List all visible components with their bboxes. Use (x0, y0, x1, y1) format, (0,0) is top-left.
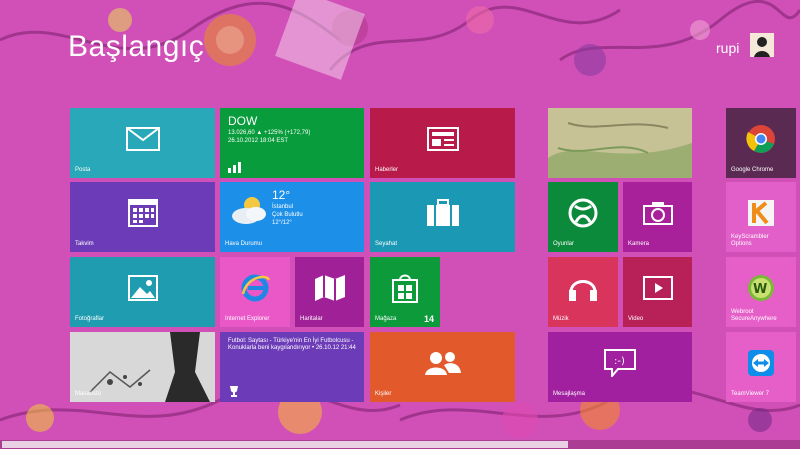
tile-label: Fotoğraflar (75, 316, 105, 322)
svg-text:W: W (753, 282, 767, 297)
live-photo-thumbnail (548, 108, 692, 178)
tile-label: Haritalar (300, 316, 323, 322)
svg-text::-): :-) (614, 356, 625, 367)
tile-label: Müzik (553, 316, 569, 322)
tile-calendar[interactable]: Takvim (70, 182, 215, 252)
tile-desktop[interactable]: Masaüstü (70, 332, 215, 402)
tile-label: Posta (75, 167, 91, 173)
weather-city: İstanbul (272, 204, 294, 210)
trophy-icon (230, 386, 238, 397)
tile-label: Hava Durumu (225, 241, 263, 247)
calendar-icon (127, 198, 158, 227)
tile-store[interactable]: Mağaza 14 (370, 257, 440, 327)
tile-label: TeamViewer 7 (731, 391, 769, 397)
tile-google-chrome[interactable]: Google Chrome (726, 108, 796, 178)
tile-label: Masaüstü (75, 391, 102, 397)
tile-label: Takvim (75, 241, 94, 247)
horizontal-scrollbar[interactable] (0, 440, 800, 449)
tile-photos[interactable]: Fotoğraflar (70, 257, 215, 327)
page-title: Başlangıç (68, 30, 205, 63)
tile-video[interactable]: Video (623, 257, 692, 327)
xbox-games-icon (568, 198, 598, 228)
chrome-icon (746, 124, 775, 153)
tile-label: Mağaza (375, 316, 397, 322)
tile-internet-explorer[interactable]: Internet Explorer (220, 257, 290, 327)
tile-label: Internet Explorer (225, 316, 270, 322)
tile-people[interactable]: Kişiler (370, 332, 515, 402)
mail-icon (125, 126, 160, 151)
sports-headline: Futbol: Saytası - Türkiye'nin En İyi Fut… (228, 338, 356, 351)
map-icon (314, 274, 345, 301)
tile-games[interactable]: Oyunlar (548, 182, 618, 252)
chart-icon (228, 162, 241, 173)
cloudy-weather-icon (232, 197, 266, 224)
tile-label: Webroot SecureAnywhere (731, 309, 777, 322)
tile-sports[interactable]: Futbol: Saytası - Türkiye'nin En İyi Fut… (220, 332, 364, 402)
internet-explorer-icon (241, 274, 271, 302)
finance-line1: 13.026,60 ▲ +125% (+172,79) (228, 130, 311, 136)
suitcase-icon (426, 198, 459, 226)
avatar[interactable] (750, 33, 774, 57)
camera-icon (642, 201, 673, 225)
user-name[interactable]: rupi (716, 40, 739, 56)
tile-music[interactable]: Müzik (548, 257, 618, 327)
video-play-icon (642, 275, 673, 300)
people-icon (424, 351, 461, 375)
tile-keyscrambler[interactable]: KeyScrambler Options (726, 182, 796, 252)
finance-heading: DOW (228, 114, 258, 128)
newspaper-icon (426, 126, 459, 151)
teamviewer-icon (748, 349, 774, 376)
tile-maps[interactable]: Haritalar (295, 257, 364, 327)
tile-label: Mesajlaşma (553, 391, 586, 397)
avatar-image (750, 33, 774, 57)
tile-news[interactable]: Haberler (370, 108, 515, 178)
weather-range: 12°/12° (272, 220, 292, 226)
tile-teamviewer[interactable]: TeamViewer 7 (726, 332, 796, 402)
tile-photo-live[interactable] (548, 108, 692, 178)
tile-label: Google Chrome (731, 167, 774, 173)
weather-condition: Çok Bulutlu (272, 212, 303, 218)
tile-mail[interactable]: Posta (70, 108, 215, 178)
tile-messaging[interactable]: :-) Mesajlaşma (548, 332, 692, 402)
keyscrambler-icon (748, 199, 774, 226)
tile-label: Kişiler (375, 391, 392, 397)
finance-line2: 26.10.2012 18:04 EST (228, 138, 289, 144)
weather-temp: 12° (272, 188, 291, 202)
tile-label: Kamera (628, 241, 650, 247)
tile-label: Oyunlar (553, 241, 575, 247)
messaging-icon: :-) (604, 348, 636, 377)
tile-weather[interactable]: 12° İstanbul Çok Bulutlu 12°/12° Hava Du… (220, 182, 364, 252)
tile-webroot[interactable]: W Webroot SecureAnywhere (726, 257, 796, 327)
headphones-icon (569, 279, 597, 301)
tile-camera[interactable]: Kamera (623, 182, 692, 252)
tile-finance[interactable]: DOW 13.026,60 ▲ +125% (+172,79) 26.10.20… (220, 108, 364, 178)
photo-icon (127, 274, 158, 301)
store-badge: 14 (423, 314, 434, 324)
tile-label: Haberler (375, 167, 399, 173)
tile-label: Seyahat (375, 241, 398, 247)
webroot-icon: W (748, 274, 774, 301)
tile-travel[interactable]: Seyahat (370, 182, 515, 252)
store-bag-icon (392, 274, 418, 303)
tile-label: Video (628, 316, 644, 322)
tile-label: KeyScrambler Options (731, 234, 769, 247)
scrollbar-thumb[interactable] (2, 441, 568, 448)
